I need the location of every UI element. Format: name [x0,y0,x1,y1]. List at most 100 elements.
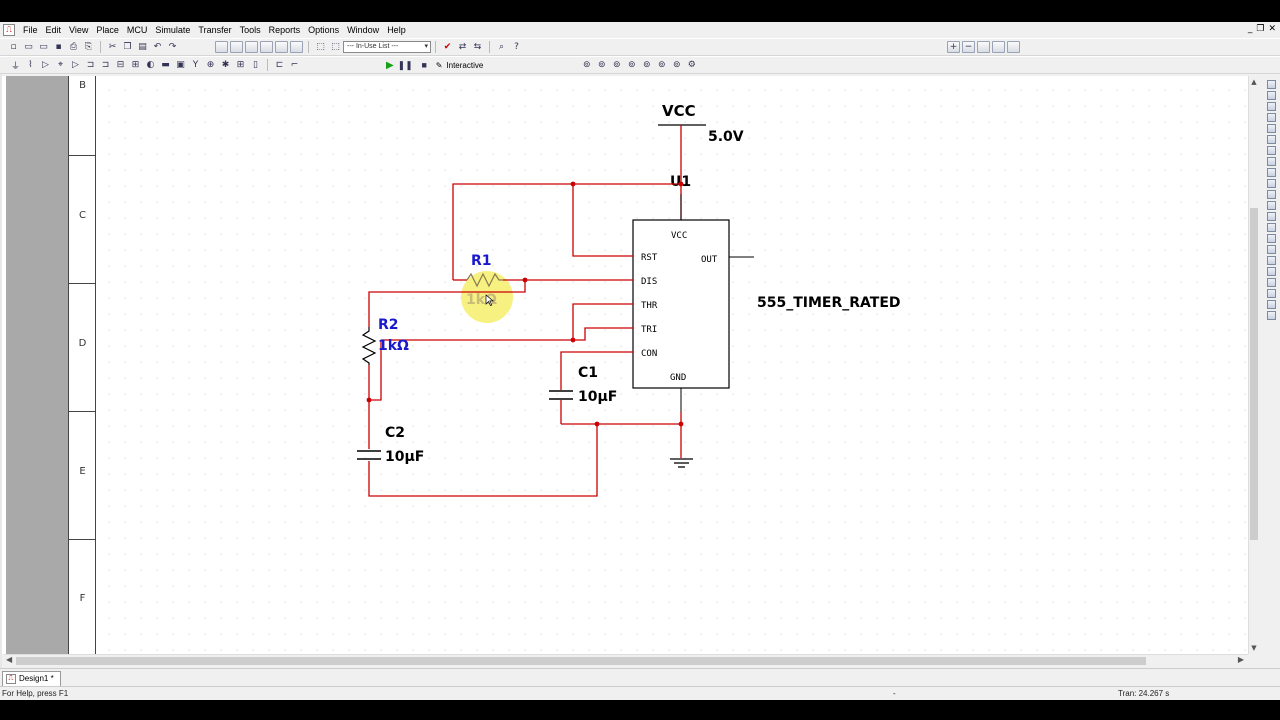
place-indicator-icon[interactable]: ◐ [144,59,157,71]
print-preview-icon[interactable]: ⎘ [82,41,95,53]
save-icon[interactable]: ▪ [52,41,65,53]
zoom-sheet-icon[interactable] [992,41,1005,53]
logic-converter-icon[interactable] [1266,168,1276,177]
close-icon[interactable]: ✕ [1268,24,1276,34]
ni-elvis-icon[interactable] [1266,289,1276,298]
distortion-analyzer-icon[interactable] [1266,201,1276,210]
spreadsheet-view-icon[interactable] [230,41,243,53]
place-electromechanical-icon[interactable]: ✱ [219,59,232,71]
iv-analyzer-icon[interactable] [1266,190,1276,199]
in-use-list-select[interactable]: --- In-Use List --- ▾ [343,41,431,53]
erc-check-icon[interactable]: ✔ [441,41,454,53]
vertical-scroll-thumb[interactable] [1250,208,1258,540]
probe-icon[interactable]: ⊚ [580,59,593,71]
frequency-counter-icon[interactable] [1266,146,1276,155]
place-ttl-icon[interactable]: ⊐ [84,59,97,71]
place-misc-icon[interactable]: ▣ [174,59,187,71]
tab-design1[interactable]: ⎍ Design1 * [2,671,61,686]
open-folder-icon[interactable]: ▭ [22,41,35,53]
probe-reference-icon[interactable]: ⊚ [670,59,683,71]
hierarchical-block-icon[interactable]: ⊏ [273,59,286,71]
bode-plotter-icon[interactable] [1266,135,1276,144]
scroll-down-icon[interactable]: ▼ [1249,644,1259,652]
design-toolbox-icon[interactable] [215,41,228,53]
database-manager-icon[interactable] [245,41,258,53]
place-advanced-icon[interactable]: Y [189,59,202,71]
word-generator-icon[interactable] [1266,157,1276,166]
horizontal-scrollbar[interactable]: ◀ ▶ [4,654,1248,666]
probe-power-icon[interactable]: ⊚ [625,59,638,71]
scroll-up-icon[interactable]: ▲ [1249,78,1259,86]
place-analog-icon[interactable]: ▷ [69,59,82,71]
minimize-icon[interactable]: _ [1248,24,1253,34]
place-ni-icon[interactable]: ⊞ [234,59,247,71]
place-source-icon[interactable]: ⏚ [9,59,22,72]
measurement-probe-icon[interactable] [1266,311,1276,320]
create-component-icon[interactable]: ⬚ [329,41,342,53]
agilent-generator-icon[interactable] [1266,234,1276,243]
redo-icon[interactable]: ↷ [166,41,179,53]
pause-simulation-icon[interactable]: ❚❚ [398,59,413,71]
wattmeter-icon[interactable] [1266,102,1276,111]
menu-transfer[interactable]: Transfer [194,25,235,35]
multimeter-icon[interactable] [1266,80,1276,89]
help-icon[interactable]: ? [510,41,523,53]
vertical-scrollbar[interactable]: ▲ ▼ [1248,76,1258,654]
menu-window[interactable]: Window [343,25,383,35]
function-generator-icon[interactable] [1266,91,1276,100]
menu-tools[interactable]: Tools [236,25,265,35]
place-transistor-icon[interactable]: ⌖ [54,59,67,71]
menu-file[interactable]: File [19,25,42,35]
probe-voltage-icon[interactable]: ⊚ [595,59,608,71]
schematic-canvas[interactable] [97,76,1248,654]
open-sample-icon[interactable]: ▭ [37,41,50,53]
labview-instrument-icon[interactable] [1266,278,1276,287]
probe-digital-icon[interactable]: ⊚ [655,59,668,71]
zoom-area-icon[interactable] [977,41,990,53]
agilent-multimeter-icon[interactable] [1266,245,1276,254]
oscilloscope-icon[interactable] [1266,113,1276,122]
menu-mcu[interactable]: MCU [123,25,152,35]
full-screen-icon[interactable] [1007,41,1020,53]
menu-options[interactable]: Options [304,25,343,35]
undo-icon[interactable]: ↶ [151,41,164,53]
menu-help[interactable]: Help [383,25,410,35]
transfer-icon[interactable]: ⇄ [456,41,469,53]
spectrum-analyzer-icon[interactable] [1266,212,1276,221]
place-basic-icon[interactable]: ⌇ [24,59,37,71]
probe-diff-icon[interactable]: ⊚ [640,59,653,71]
run-simulation-icon[interactable]: ▶ [386,60,394,71]
component-wizard-icon[interactable]: ⬚ [314,41,327,53]
zoom-in-icon[interactable]: + [947,41,960,53]
place-power-icon[interactable]: ▬ [159,59,172,71]
menu-simulate[interactable]: Simulate [151,25,194,35]
paste-icon[interactable]: ▤ [136,41,149,53]
place-mixed-icon[interactable]: ⊞ [129,59,142,71]
current-probe-icon[interactable] [1266,300,1276,309]
menu-edit[interactable]: Edit [42,25,66,35]
menu-reports[interactable]: Reports [265,25,305,35]
place-cmos-icon[interactable]: ⊐ [99,59,112,71]
place-mcu-icon[interactable]: ▯ [249,59,262,71]
logic-analyzer-icon[interactable] [1266,179,1276,188]
place-misc-digital-icon[interactable]: ⊟ [114,59,127,71]
tektronix-oscilloscope-icon[interactable] [1266,267,1276,276]
bus-icon[interactable]: ⌐ [288,59,301,71]
menu-view[interactable]: View [65,25,92,35]
scroll-right-icon[interactable]: ▶ [1238,655,1244,664]
cut-icon[interactable]: ✂ [106,41,119,53]
network-analyzer-icon[interactable] [1266,223,1276,232]
grapher-icon[interactable] [260,41,273,53]
erc-icon[interactable] [290,41,303,53]
agilent-oscilloscope-icon[interactable] [1266,256,1276,265]
print-icon[interactable]: ⎙ [67,41,80,53]
horizontal-scroll-thumb[interactable] [16,657,1146,665]
new-file-icon[interactable]: ▫ [7,41,20,53]
find-examples-icon[interactable]: ⌕ [495,41,508,53]
scroll-left-icon[interactable]: ◀ [6,655,12,664]
zoom-out-icon[interactable]: − [962,41,975,53]
copy-icon[interactable]: ❐ [121,41,134,53]
probe-current-icon[interactable]: ⊚ [610,59,623,71]
restore-icon[interactable]: ❐ [1256,24,1264,34]
menu-place[interactable]: Place [92,25,123,35]
